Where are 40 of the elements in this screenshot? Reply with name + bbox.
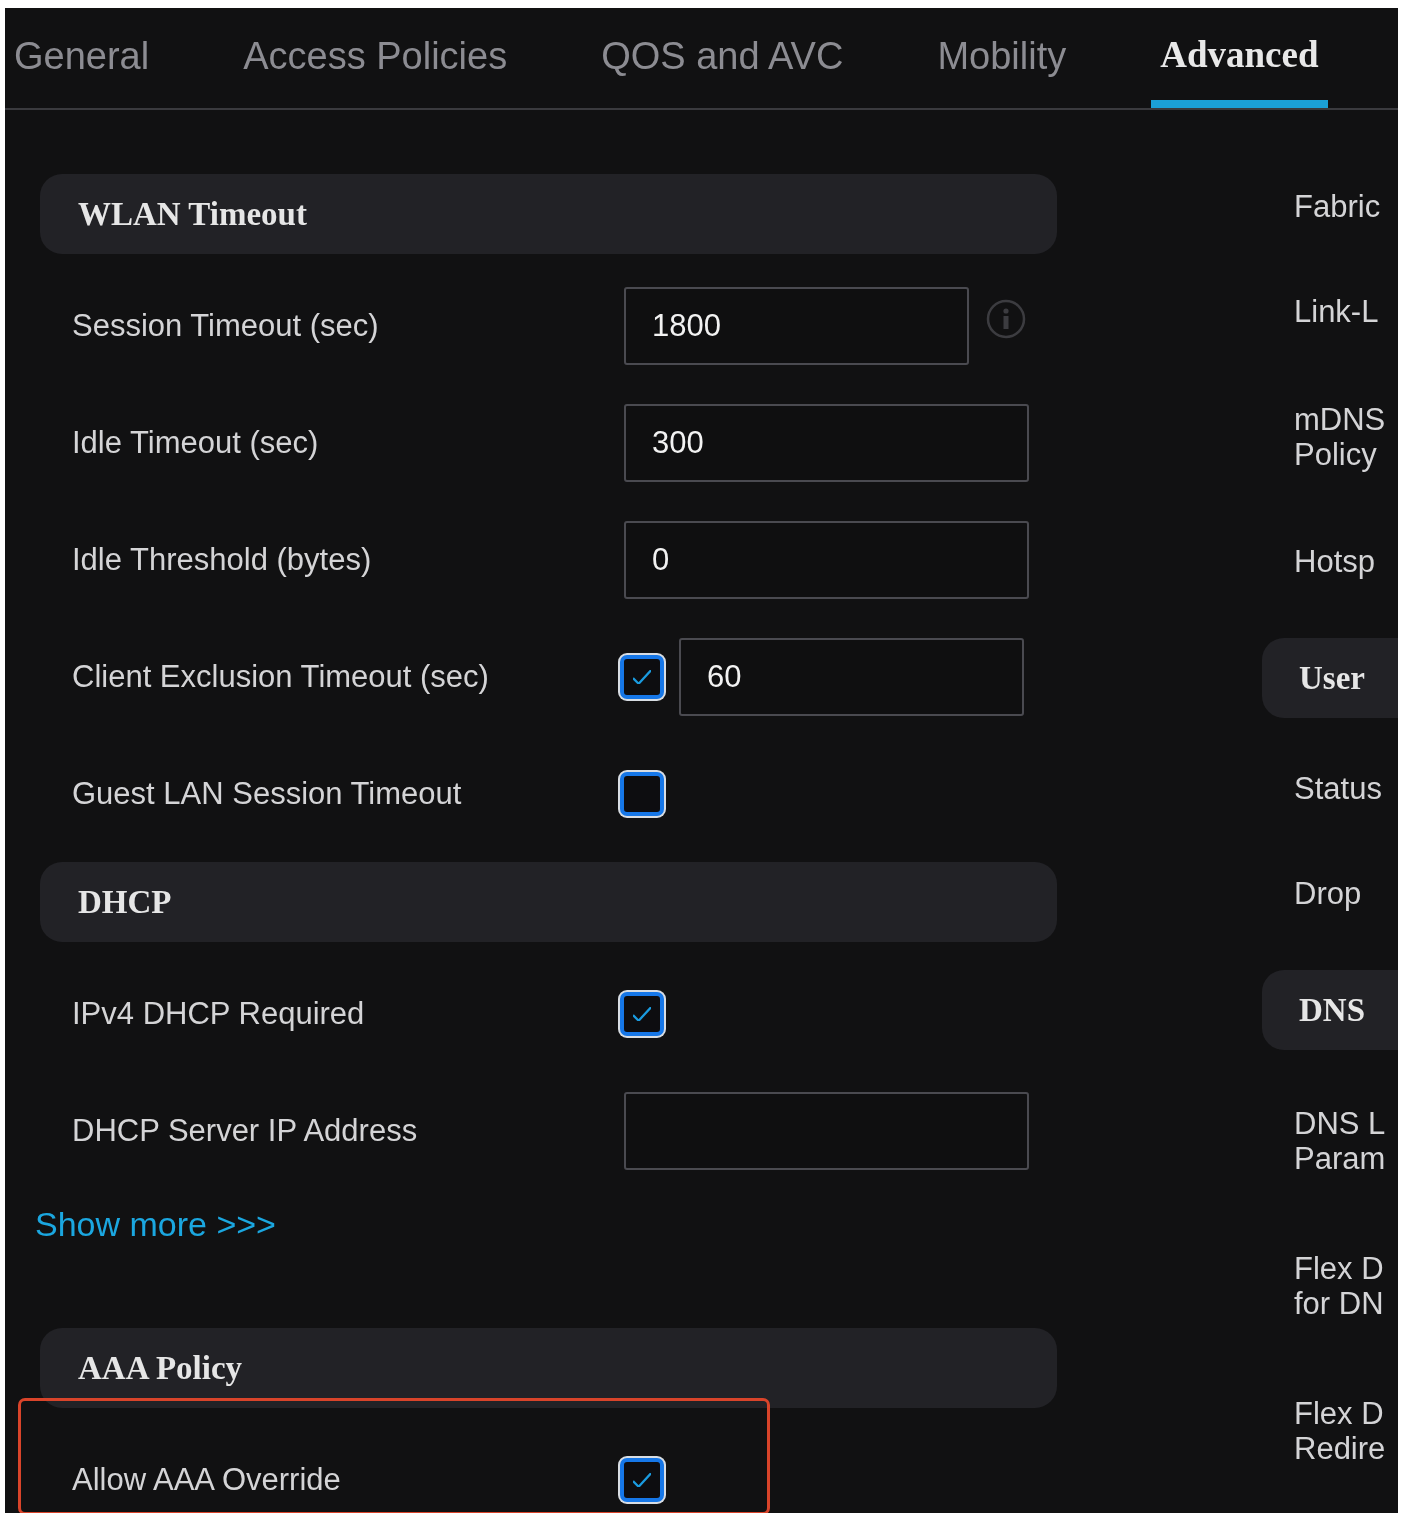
field-label: DNS L Param <box>1294 1105 1387 1176</box>
checkbox[interactable] <box>620 654 664 699</box>
checkbox[interactable] <box>620 1457 664 1502</box>
input-field[interactable]: 1800 <box>624 286 969 365</box>
check-icon <box>633 669 651 684</box>
section-title: AAA Policy <box>78 1349 243 1387</box>
field-label: Idle Timeout (sec) <box>72 424 320 461</box>
field-label: Idle Threshold (bytes) <box>72 541 373 578</box>
tab[interactable]: Access Policies <box>234 8 517 108</box>
input-field[interactable] <box>624 1091 1029 1170</box>
tab[interactable]: Mobility <box>928 8 1076 108</box>
tab[interactable]: Advanced <box>1151 8 1328 108</box>
field-label: Hotsp <box>1294 544 1376 579</box>
field-label: Status <box>1294 771 1383 806</box>
check-icon <box>633 1006 651 1021</box>
field-label: mDNS Policy <box>1294 401 1387 472</box>
field-label: Allow AAA Override <box>72 1461 342 1498</box>
input-field[interactable]: 60 <box>679 637 1024 716</box>
field-label: Flex D for DN <box>1294 1250 1385 1321</box>
field-label: Fabric <box>1294 189 1382 224</box>
field-label: Link-L <box>1294 294 1380 329</box>
checkbox[interactable] <box>620 771 664 816</box>
checkbox[interactable] <box>620 991 664 1036</box>
input-field[interactable]: 0 <box>624 520 1029 599</box>
field-label: Drop <box>1294 876 1363 911</box>
field-label: Flex D Redire <box>1294 1395 1387 1466</box>
field-label: Guest LAN Session Timeout <box>72 775 463 812</box>
field-label: IPv4 DHCP Required <box>72 995 366 1032</box>
field-label: Client Exclusion Timeout (sec) <box>72 658 490 695</box>
field-label: Session Timeout (sec) <box>72 307 380 344</box>
section-title: User <box>1299 659 1365 697</box>
section-title: DHCP <box>78 883 172 921</box>
field-label: DHCP Server IP Address <box>72 1112 419 1149</box>
show-more-link[interactable]: Show more >>> <box>35 1205 276 1265</box>
check-icon <box>633 1472 651 1487</box>
input-field[interactable]: 300 <box>624 403 1029 482</box>
section-title: DNS <box>1299 991 1366 1029</box>
section-title: WLAN Timeout <box>78 195 307 233</box>
tab[interactable]: General <box>5 8 159 108</box>
tab[interactable]: QOS and AVC <box>592 8 853 108</box>
